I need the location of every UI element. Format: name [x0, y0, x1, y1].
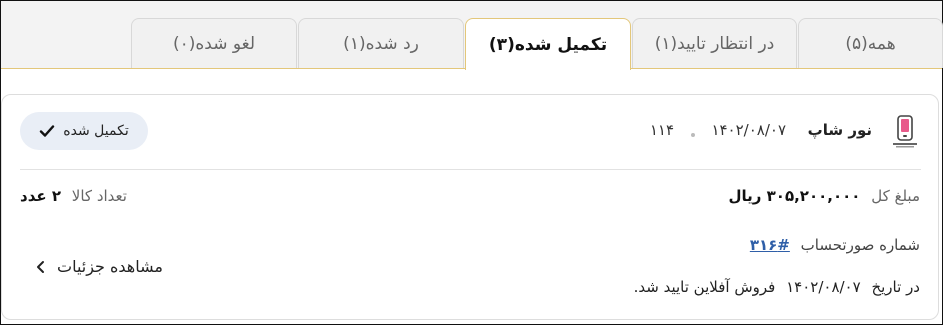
confirm-prefix: در تاریخ — [871, 278, 920, 296]
tab-rejected[interactable]: رد شده(۱) — [298, 18, 464, 68]
tab-pending[interactable]: در انتظار تایید(۱) — [632, 18, 797, 68]
total-label: مبلغ کل — [871, 187, 920, 205]
shop-name: نور شاپ — [807, 121, 872, 139]
order-card: نور شاپ ۱۴۰۲/۰۸/۰۷ ۱۱۴ تکمیل شده مبلغ کل… — [1, 94, 939, 320]
confirm-suffix: فروش آفلاین تایید شد. — [633, 278, 776, 296]
invoice-row: شماره صورتحساب #۳۱۶ — [750, 236, 920, 254]
total-value: ۳۰۵,۲۰۰,۰۰۰ ریال — [728, 187, 861, 205]
confirm-date: ۱۴۰۲/۰۸/۰۷ — [786, 278, 861, 296]
items-count-row: تعداد کالا ۲ عدد — [20, 187, 127, 205]
separator-dot — [691, 133, 695, 137]
status-badge: تکمیل شده — [20, 112, 148, 150]
tab-cancelled[interactable]: لغو شده(۰) — [131, 18, 297, 68]
status-label: تکمیل شده — [63, 123, 129, 139]
tab-label: لغو شده(۰) — [172, 33, 256, 54]
view-details-label: مشاهده جزئیات — [57, 257, 163, 276]
invoice-link[interactable]: #۳۱۶ — [750, 236, 790, 254]
order-code: ۱۱۴ — [649, 121, 674, 139]
view-details-link[interactable]: مشاهده جزئیات — [36, 257, 163, 276]
items-value: ۲ عدد — [20, 187, 61, 205]
tab-label: تکمیل شده(۳) — [488, 34, 608, 55]
check-icon — [40, 125, 55, 137]
tab-label: همه(۵) — [845, 33, 896, 54]
confirmation-text: در تاریخ ۱۴۰۲/۰۸/۰۷ فروش آفلاین تایید شد… — [634, 278, 920, 296]
tab-label: رد شده(۱) — [343, 33, 419, 54]
tab-all[interactable]: همه(۵) — [798, 18, 943, 68]
invoice-label: شماره صورتحساب — [800, 236, 920, 254]
tab-completed[interactable]: تکمیل شده(۳) — [465, 18, 631, 70]
divider — [20, 169, 921, 170]
chevron-left-icon — [37, 260, 44, 273]
tab-label: در انتظار تایید(۱) — [654, 33, 775, 54]
items-label: تعداد کالا — [71, 187, 127, 205]
order-status-tabs: همه(۵) در انتظار تایید(۱) تکمیل شده(۳) ر… — [1, 1, 943, 70]
shop-logo-icon — [893, 115, 917, 148]
order-date: ۱۴۰۲/۰۸/۰۷ — [711, 121, 786, 139]
total-amount-row: مبلغ کل ۳۰۵,۲۰۰,۰۰۰ ریال — [729, 187, 921, 205]
